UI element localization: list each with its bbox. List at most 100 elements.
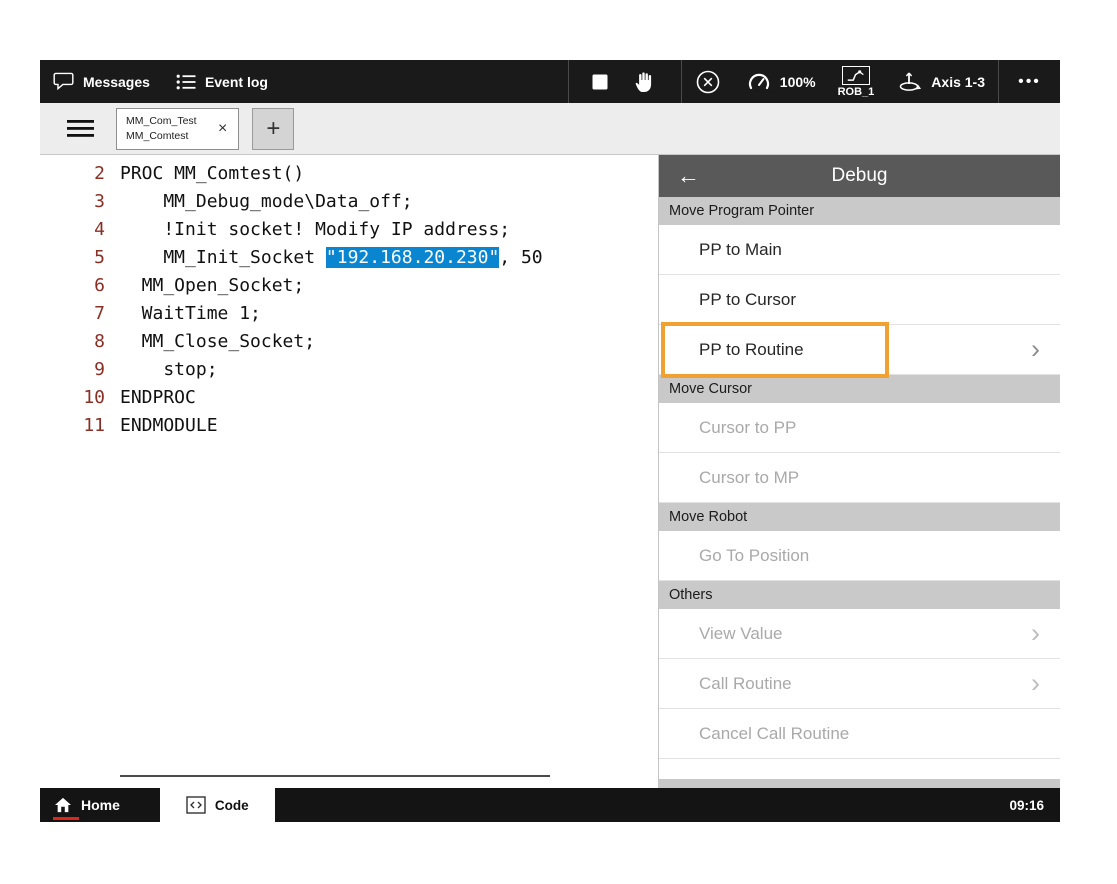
mechunit-button[interactable]: ROB_1: [829, 60, 884, 103]
code-tab[interactable]: Code: [160, 788, 275, 822]
code-icon: [186, 796, 206, 814]
menu-item-label: PP to Routine: [699, 340, 804, 360]
tab-title-line2: MM_Comtest: [126, 129, 204, 144]
menu-item-pp-to-routine[interactable]: PP to Routine ›: [659, 325, 1060, 375]
home-label: Home: [81, 797, 120, 813]
more-icon: •••: [1018, 73, 1041, 91]
bottom-task-bar: Home Code 09:16: [40, 788, 1060, 822]
line-number: 7: [40, 300, 120, 328]
section-header-move-cursor: Move Cursor: [659, 375, 1060, 403]
tab-title: MM_Com_Test MM_Comtest: [126, 114, 204, 143]
code-text: ENDMODULE: [120, 412, 218, 440]
jog-button[interactable]: [621, 60, 671, 103]
robot-icon: [842, 66, 870, 85]
menu-item-label: Cancel Call Routine: [699, 724, 849, 744]
code-tab-label: Code: [215, 798, 249, 813]
chevron-right-icon: ›: [1031, 336, 1040, 363]
spacer: [275, 788, 1010, 822]
speed-gauge-icon: [747, 72, 771, 92]
home-icon: [54, 797, 72, 813]
stop-icon: [592, 74, 608, 90]
code-line: 10 ENDPROC: [40, 384, 658, 412]
motors-state-button[interactable]: [682, 60, 734, 103]
stop-button[interactable]: [579, 60, 621, 103]
screen: Messages Event log: [0, 0, 1117, 884]
menu-item-pp-to-cursor[interactable]: PP to Cursor: [659, 275, 1060, 325]
new-tab-button[interactable]: +: [252, 108, 294, 150]
code-text: MM_Debug_mode\Data_off;: [120, 188, 413, 216]
line-number: 9: [40, 356, 120, 384]
menu-item-label: Cursor to PP: [699, 418, 796, 438]
top-status-bar: Messages Event log: [40, 60, 1060, 103]
mechunit-label: ROB_1: [838, 86, 875, 98]
app-window: Messages Event log: [40, 60, 1060, 822]
menu-item-label: View Value: [699, 624, 782, 644]
home-button[interactable]: Home: [40, 788, 142, 822]
code-line: 4 !Init socket! Modify IP address;: [40, 216, 658, 244]
code-editor[interactable]: 2 PROC MM_Comtest() 3 MM_Debug_mode\Data…: [40, 155, 658, 788]
menu-item-pp-to-main[interactable]: PP to Main: [659, 225, 1060, 275]
run-controls-group: [568, 60, 682, 103]
code-text: !Init socket! Modify IP address;: [120, 216, 510, 244]
code-line: 6 MM_Open_Socket;: [40, 272, 658, 300]
line-number: 6: [40, 272, 120, 300]
code-line: 8 MM_Close_Socket;: [40, 328, 658, 356]
partial-section-header: [659, 779, 1060, 788]
menu-item-view-value[interactable]: View Value ›: [659, 609, 1060, 659]
editor-tab-bar: MM_Com_Test MM_Comtest × +: [40, 103, 1060, 155]
event-log-button[interactable]: Event log: [163, 60, 281, 103]
section-header-move-program-pointer: Move Program Pointer: [659, 197, 1060, 225]
section-header-others: Others: [659, 581, 1060, 609]
chevron-right-icon: ›: [1031, 620, 1040, 647]
section-header-move-robot: Move Robot: [659, 503, 1060, 531]
menu-item-call-routine[interactable]: Call Routine ›: [659, 659, 1060, 709]
menu-item-label: PP to Cursor: [699, 290, 796, 310]
axis-icon: [896, 70, 922, 94]
code-text: MM_Close_Socket;: [120, 328, 315, 356]
menu-item-label: Cursor to MP: [699, 468, 799, 488]
code-line: 3 MM_Debug_mode\Data_off;: [40, 188, 658, 216]
horizontal-scrollbar[interactable]: [120, 775, 550, 777]
line-number: 8: [40, 328, 120, 356]
chevron-right-icon: ›: [1031, 670, 1040, 697]
line-number: 11: [40, 412, 120, 440]
code-text: ENDPROC: [120, 384, 196, 412]
event-log-icon: [176, 73, 196, 91]
more-button[interactable]: •••: [998, 60, 1060, 103]
tab-close-button[interactable]: ×: [216, 120, 229, 138]
messages-icon: [53, 72, 74, 91]
code-text: MM_Init_Socket "192.168.20.230", 50: [120, 244, 543, 272]
hand-icon: [634, 70, 658, 94]
main-content: 2 PROC MM_Comtest() 3 MM_Debug_mode\Data…: [40, 155, 1060, 788]
status-group: 100% ROB_1 Axis 1-3: [682, 60, 998, 103]
messages-label: Messages: [83, 74, 150, 90]
axis-selector-button[interactable]: Axis 1-3: [883, 60, 998, 103]
file-tab[interactable]: MM_Com_Test MM_Comtest ×: [116, 108, 239, 150]
axis-label: Axis 1-3: [931, 74, 985, 90]
back-button[interactable]: ←: [677, 165, 700, 188]
code-text: MM_Open_Socket;: [120, 272, 304, 300]
code-line: 7 WaitTime 1;: [40, 300, 658, 328]
menu-item-go-to-position[interactable]: Go To Position: [659, 531, 1060, 581]
menu-item-label: Go To Position: [699, 546, 809, 566]
menu-item-cursor-to-mp[interactable]: Cursor to MP: [659, 453, 1060, 503]
tab-title-line1: MM_Com_Test: [126, 114, 204, 129]
menu-button[interactable]: [60, 109, 100, 149]
debug-panel-title: Debug: [832, 165, 888, 187]
code-line: 5 MM_Init_Socket "192.168.20.230", 50: [40, 244, 658, 272]
menu-item-cancel-call-routine[interactable]: Cancel Call Routine: [659, 709, 1060, 759]
motors-off-icon: [695, 69, 721, 95]
menu-item-cursor-to-pp[interactable]: Cursor to PP: [659, 403, 1060, 453]
home-active-indicator: [53, 817, 79, 820]
line-number: 4: [40, 216, 120, 244]
speed-indicator-button[interactable]: 100%: [734, 60, 829, 103]
line-number: 3: [40, 188, 120, 216]
hamburger-icon: [67, 119, 94, 138]
speed-value: 100%: [780, 74, 816, 90]
debug-panel: ← Debug Move Program Pointer PP to Main …: [658, 155, 1060, 788]
messages-button[interactable]: Messages: [40, 60, 163, 103]
code-line: 2 PROC MM_Comtest(): [40, 160, 658, 188]
clock: 09:16: [1009, 798, 1060, 813]
code-line: 9 stop;: [40, 356, 658, 384]
selected-text[interactable]: "192.168.20.230": [326, 247, 499, 268]
